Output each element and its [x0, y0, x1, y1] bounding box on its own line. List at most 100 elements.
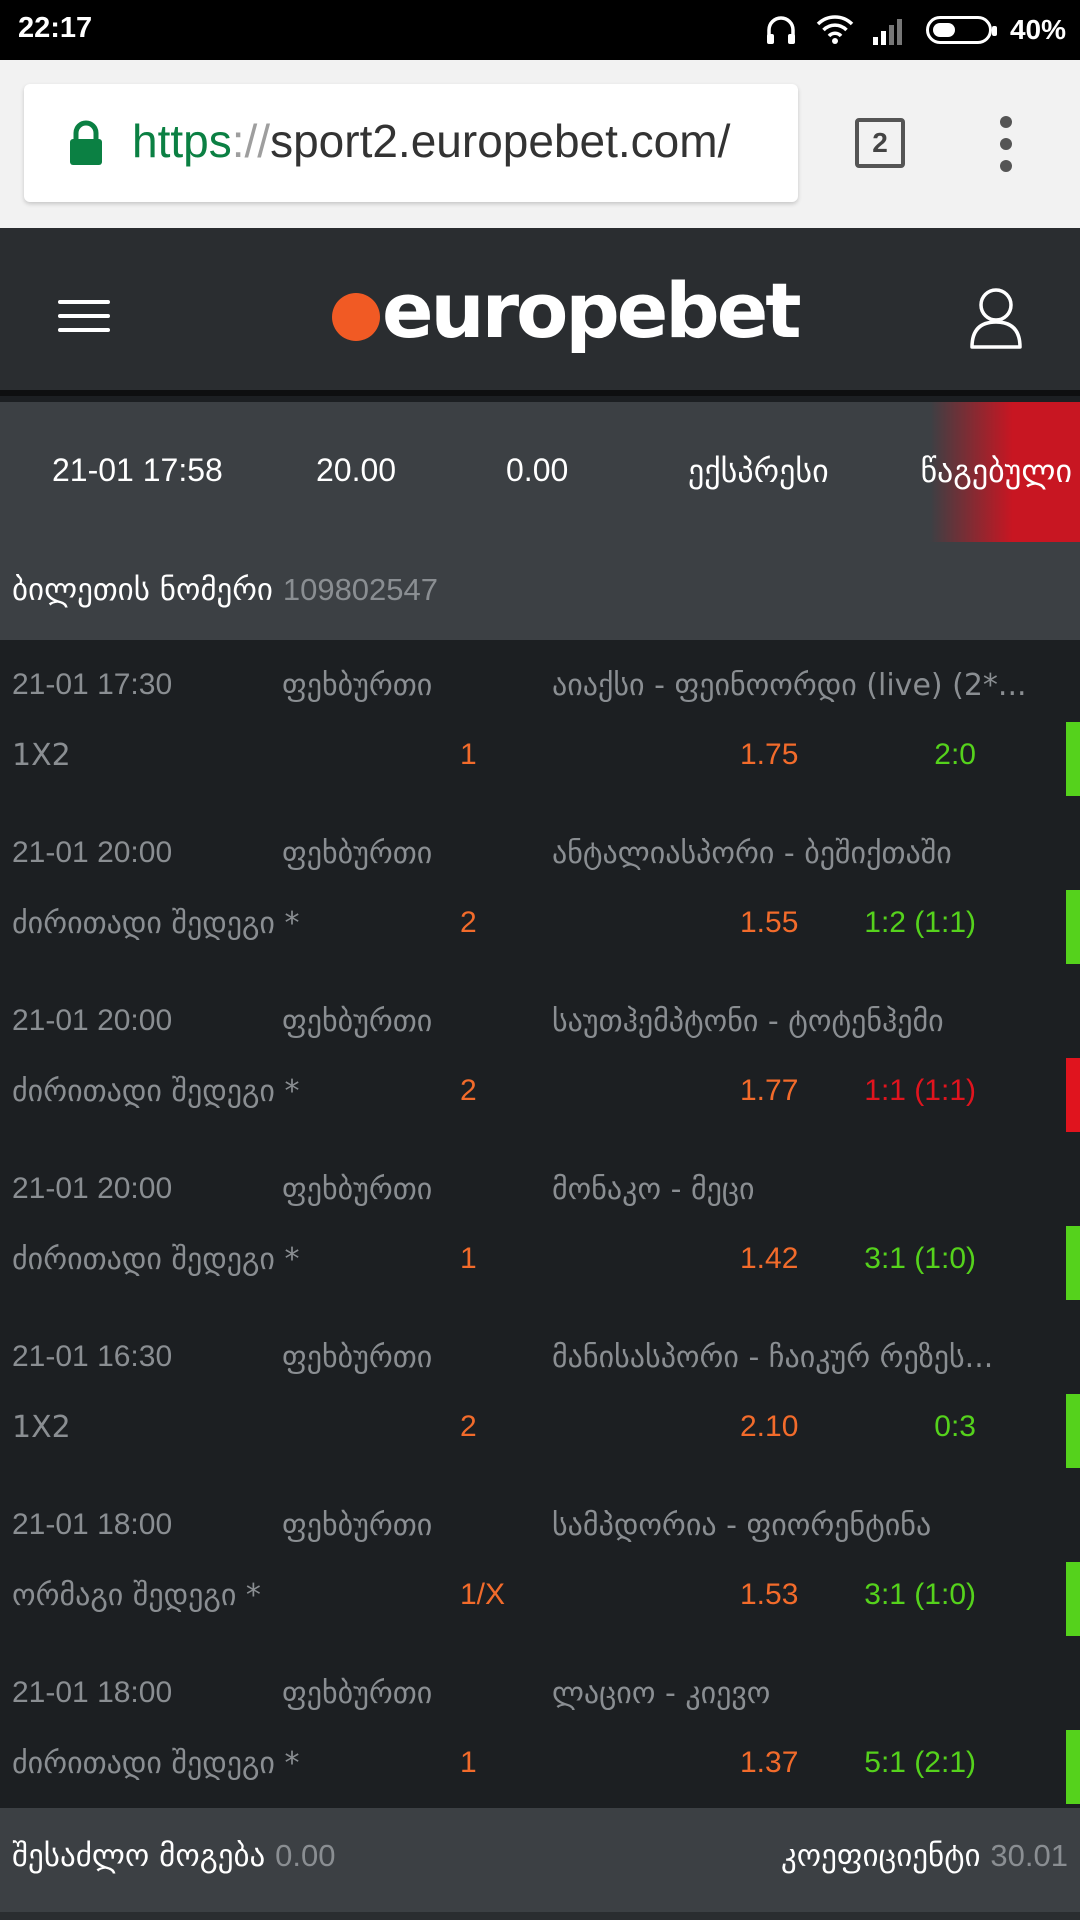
bet-match: ანტალიასპორი - ბეშიქთაში — [552, 836, 952, 871]
bottom-edge — [0, 1912, 1080, 1920]
bet-market: ძირითადი შედეგი * — [12, 1746, 300, 1781]
user-icon[interactable] — [968, 286, 1024, 350]
bet-odds: 1.55 — [740, 906, 799, 939]
browser-menu-icon[interactable] — [996, 116, 1016, 172]
coefficient: კოეფიციენტი 30.01 — [781, 1838, 1068, 1874]
possible-win-label: შესაძლო მოგება — [12, 1838, 266, 1874]
url-host: sport2.europebet.com/ — [270, 115, 731, 167]
bet-row[interactable]: 21-01 17:30 ფეხბურთი აიაქსი - ფეინოორდი (l… — [0, 640, 1080, 808]
bet-sport: ფეხბურთი — [282, 1004, 433, 1039]
possible-win: შესაძლო მოგება 0.00 — [12, 1838, 335, 1874]
ticket-number-row: ბილეთის ნომერი 109802547 — [0, 542, 1080, 640]
ticket-number-label: ბილეთის ნომერი 109802547 — [12, 572, 438, 608]
europebet-logo[interactable]: europebet — [332, 266, 802, 355]
bet-date: 21-01 20:00 — [12, 1172, 173, 1205]
bet-sport: ფეხბურთი — [282, 1172, 433, 1207]
bet-date: 21-01 20:00 — [12, 1004, 173, 1037]
bet-odds: 1.37 — [740, 1746, 799, 1779]
battery-percent: 40% — [1009, 14, 1066, 45]
bet-pick: 1/X — [460, 1578, 506, 1611]
coefficient-label: კოეფიციენტი — [780, 1838, 981, 1874]
status-icons: 40% — [764, 10, 1066, 50]
bet-pick: 1 — [460, 1746, 477, 1779]
bet-score: 3:1 (1:0) — [864, 1578, 976, 1611]
bet-score: 5:1 (2:1) — [864, 1746, 976, 1779]
bet-score: 1:1 (1:1) — [864, 1074, 976, 1107]
bet-sport: ფეხბურთი — [282, 836, 433, 871]
bet-match: მონაკო - მეცი — [552, 1172, 755, 1207]
bet-date: 21-01 17:30 — [12, 668, 173, 701]
logo-dot — [332, 293, 380, 341]
bet-pick: 1 — [460, 1242, 477, 1275]
status-bar: 22:17 40% — [0, 0, 1080, 60]
bet-score: 3:1 (1:0) — [864, 1242, 976, 1275]
bet-result-indicator — [1066, 1058, 1080, 1132]
bet-sport: ფეხბურთი — [282, 1508, 433, 1543]
bet-odds: 1.53 — [740, 1578, 799, 1611]
bet-row[interactable]: 21-01 16:30 ფეხბურთი მანისასპორი - ჩაიკურ … — [0, 1312, 1080, 1480]
logo-text: europebet — [382, 266, 802, 355]
bet-odds: 1.42 — [740, 1242, 799, 1275]
ticket-footer: შესაძლო მოგება 0.00 კოეფიციენტი 30.01 — [0, 1808, 1080, 1912]
ticket-summary[interactable]: 21-01 17:58 20.00 0.00 ექსპრესი წაგებული — [0, 402, 1080, 542]
bet-score: 2:0 — [934, 738, 976, 771]
bet-result-indicator — [1066, 1730, 1080, 1804]
wifi-icon — [816, 15, 854, 44]
ticket-payout: 0.00 — [506, 452, 569, 488]
bet-result-indicator — [1066, 1394, 1080, 1468]
bet-market: 1X2 — [12, 738, 71, 773]
bet-match: საუთჰემპტონი - ტოტენჰემი — [552, 1004, 944, 1039]
bet-result-indicator — [1066, 722, 1080, 796]
bet-match: მანისასპორი - ჩაიკურ რეზეს... — [552, 1340, 994, 1375]
browser-toolbar: https://sport2.europebet.com/ 2 — [0, 60, 1080, 228]
bet-market: 1X2 — [12, 1410, 71, 1445]
status-time: 22:17 — [18, 12, 93, 44]
bet-pick: 2 — [460, 1410, 477, 1443]
bet-result-indicator — [1066, 890, 1080, 964]
bets-list: 21-01 17:30 ფეხბურთი აიაქსი - ფეინოორდი (l… — [0, 640, 1080, 1808]
bet-market: ძირითადი შედეგი * — [12, 906, 300, 941]
bet-row[interactable]: 21-01 20:00 ფეხბურთი საუთჰემპტონი - ტოტენჰ… — [0, 976, 1080, 1144]
bet-market: ძირითადი შედეგი * — [12, 1074, 300, 1109]
headphones-icon — [766, 16, 795, 44]
url-text[interactable]: https://sport2.europebet.com/ — [132, 114, 792, 168]
bet-date: 21-01 20:00 — [12, 836, 173, 869]
tab-switcher-button[interactable]: 2 — [855, 118, 905, 168]
menu-icon[interactable] — [58, 300, 110, 332]
bet-score: 0:3 — [934, 1410, 976, 1443]
bet-odds: 1.75 — [740, 738, 799, 771]
ticket-type: ექსპრესი — [688, 452, 829, 490]
bet-result-indicator — [1066, 1226, 1080, 1300]
bet-pick: 2 — [460, 906, 477, 939]
bet-date: 21-01 16:30 — [12, 1340, 173, 1373]
url-scheme: https — [132, 115, 232, 167]
ticket-datetime: 21-01 17:58 — [52, 452, 223, 488]
bet-odds: 1.77 — [740, 1074, 799, 1107]
bet-row[interactable]: 21-01 18:00 ფეხბურთი ლაციო - კიევო ძირითადი… — [0, 1648, 1080, 1816]
possible-win-value: 0.00 — [275, 1838, 336, 1873]
bet-sport: ფეხბურთი — [282, 1340, 433, 1375]
bet-row[interactable]: 21-01 20:00 ფეხბურთი მონაკო - მეცი ძირითადი… — [0, 1144, 1080, 1312]
bet-row[interactable]: 21-01 20:00 ფეხბურთი ანტალიასპორი - ბეშიქთ… — [0, 808, 1080, 976]
bet-match: ლაციო - კიევო — [552, 1676, 771, 1711]
ticket-number-label-text: ბილეთის ნომერი — [12, 572, 273, 608]
bet-result-indicator — [1066, 1562, 1080, 1636]
ticket-status: წაგებული — [920, 452, 1072, 490]
bet-score: 1:2 (1:1) — [864, 906, 976, 939]
app-header: europebet — [0, 228, 1080, 396]
bet-market: ორმაგი შედეგი * — [12, 1578, 261, 1613]
url-separator: :// — [231, 115, 271, 167]
coefficient-value: 30.01 — [990, 1838, 1068, 1873]
bet-match: სამპდორია - ფიორენტინა — [552, 1508, 932, 1543]
bet-market: ძირითადი შედეგი * — [12, 1242, 300, 1277]
address-bar[interactable]: https://sport2.europebet.com/ — [24, 84, 798, 202]
bet-pick: 2 — [460, 1074, 477, 1107]
signal-icon — [872, 19, 902, 45]
bet-row[interactable]: 21-01 18:00 ფეხბურთი სამპდორია - ფიორენტინ… — [0, 1480, 1080, 1648]
bet-date: 21-01 18:00 — [12, 1676, 173, 1709]
ticket-stake: 20.00 — [316, 452, 397, 488]
bet-date: 21-01 18:00 — [12, 1508, 173, 1541]
bet-match: აიაქსი - ფეინოორდი (live) (2*... — [552, 668, 1027, 703]
bet-sport: ფეხბურთი — [282, 1676, 433, 1711]
ticket-number: 109802547 — [282, 572, 439, 607]
